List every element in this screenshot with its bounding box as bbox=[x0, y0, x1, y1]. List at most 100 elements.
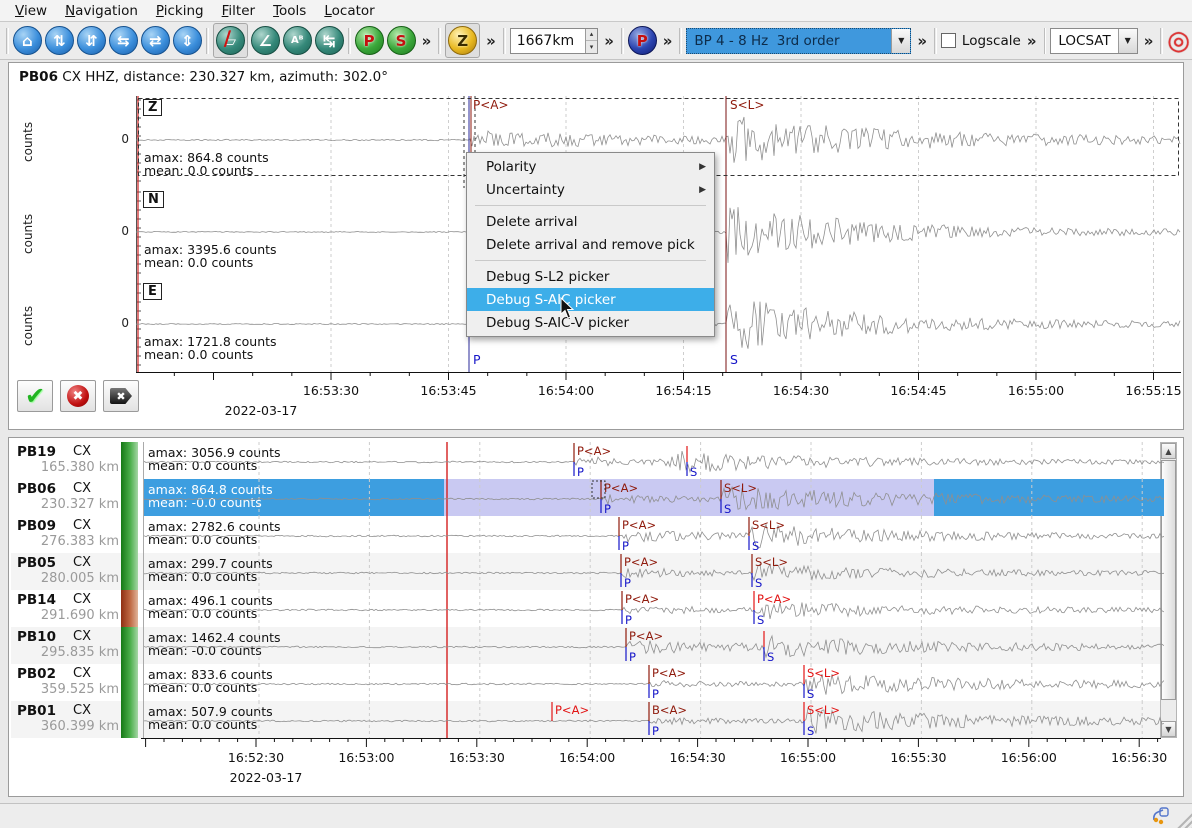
component-z-button[interactable]: Z bbox=[445, 23, 480, 58]
distance-spinbox[interactable]: 1667km ▴ ▾ bbox=[510, 28, 599, 54]
time-tick-label: 16:55:00 bbox=[768, 750, 848, 765]
svg-text:S: S bbox=[724, 502, 731, 516]
time-window-button[interactable]: ↹ bbox=[315, 26, 344, 55]
relocate-target-button[interactable]: ◎ bbox=[1167, 28, 1190, 54]
station-trace-area[interactable]: amax: 496.1 counts mean: 0.0 counts P<A>… bbox=[143, 590, 1164, 627]
context-menu-item[interactable]: Delete arrival and remove pick bbox=[467, 233, 714, 256]
collapse-horizontal-button[interactable]: ⇄ bbox=[141, 26, 170, 55]
locator-combobox[interactable]: LOCSAT ▼ bbox=[1050, 28, 1137, 54]
toolbar-handle[interactable] bbox=[503, 28, 506, 54]
locator-dropdown-arrow-icon[interactable]: ▼ bbox=[1118, 29, 1137, 53]
overflow-chevron[interactable]: » bbox=[914, 32, 930, 50]
ruler-button[interactable]: ▱ ∕ bbox=[213, 23, 248, 58]
p-pick-label: P<A> bbox=[473, 98, 509, 112]
home-button[interactable]: ⌂ bbox=[13, 26, 42, 55]
pick-s-button[interactable]: S bbox=[387, 26, 416, 55]
confirm-pick-button[interactable]: ✔ bbox=[17, 380, 53, 412]
toolbar-handle[interactable] bbox=[621, 28, 624, 54]
filter-combobox[interactable]: BP 4 - 8 Hz 3rd order ▼ bbox=[686, 28, 911, 54]
overflow-chevron[interactable]: » bbox=[419, 32, 435, 50]
theoretical-pick-button[interactable]: P bbox=[628, 26, 657, 55]
toolbar-handle[interactable] bbox=[6, 28, 9, 54]
overflow-chevron[interactable]: » bbox=[601, 32, 617, 50]
toolbar-handle[interactable] bbox=[1160, 28, 1163, 54]
station-trace-area[interactable]: amax: 833.6 counts mean: 0.0 counts P<A>… bbox=[143, 664, 1164, 701]
spin-down-button[interactable]: ▾ bbox=[586, 41, 598, 53]
station-label-cell[interactable]: PB09 CX 276.383 km bbox=[11, 516, 121, 553]
context-menu-item[interactable]: Debug S-AIC picker bbox=[467, 288, 714, 311]
station-label-cell[interactable]: PB10 CX 295.835 km bbox=[11, 627, 121, 664]
station-trace-area[interactable]: amax: 1462.4 counts mean: -0.0 counts P<… bbox=[143, 627, 1164, 664]
expand-vertical-button[interactable]: ⇅ bbox=[45, 26, 74, 55]
station-trace-area[interactable]: amax: 864.8 counts mean: -0.0 counts P<A… bbox=[143, 479, 1164, 516]
toolbar-handle[interactable] bbox=[934, 28, 937, 54]
time-tick-label: 16:54:15 bbox=[644, 383, 724, 398]
menu-picking[interactable]: Picking bbox=[147, 1, 213, 21]
resize-grip[interactable] bbox=[1174, 810, 1192, 828]
skip-next-button[interactable]: ✖ bbox=[103, 380, 139, 412]
pick-p-button[interactable]: P bbox=[355, 26, 384, 55]
reject-pick-button[interactable]: ✖ bbox=[60, 380, 96, 412]
overflow-chevron[interactable]: » bbox=[1024, 32, 1040, 50]
toolbar-handle[interactable] bbox=[438, 28, 441, 54]
station-label-cell[interactable]: PB01 CX 360.399 km bbox=[11, 701, 121, 738]
expand-horizontal-button[interactable]: ⇆ bbox=[109, 26, 138, 55]
context-menu-item[interactable]: Delete arrival bbox=[467, 210, 714, 233]
y-axis-label: counts bbox=[21, 96, 35, 188]
station-label-cell[interactable]: PB05 CX 280.005 km bbox=[11, 553, 121, 590]
time-tick-label: 16:53:00 bbox=[326, 750, 406, 765]
station-row[interactable]: PB06 CX 230.327 km amax: 864.8 counts me… bbox=[11, 479, 1161, 516]
collapse-vertical-button[interactable]: ⇵ bbox=[77, 26, 106, 55]
relocate-group: P » bbox=[628, 24, 676, 58]
menu-tools[interactable]: Tools bbox=[264, 1, 315, 21]
date-label: 2022-03-17 bbox=[226, 770, 306, 785]
spin-up-button[interactable]: ▴ bbox=[586, 29, 598, 42]
svg-text:P: P bbox=[652, 687, 659, 701]
amplitude-scale-button[interactable]: ⇕ bbox=[173, 26, 202, 55]
station-row[interactable]: PB09 CX 276.383 km amax: 2782.6 counts m… bbox=[11, 516, 1161, 553]
context-menu-item[interactable]: Debug S-L2 picker bbox=[467, 265, 714, 288]
station-row[interactable]: PB14 CX 291.690 km amax: 496.1 counts me… bbox=[11, 590, 1161, 627]
station-trace-area[interactable]: amax: 3056.9 counts mean: 0.0 counts P<A… bbox=[143, 442, 1164, 479]
station-row[interactable]: PB05 CX 280.005 km amax: 299.7 counts me… bbox=[11, 553, 1161, 590]
station-trace-area[interactable]: amax: 507.9 counts mean: 0.0 counts P<A>… bbox=[143, 701, 1164, 738]
station-label-cell[interactable]: PB02 CX 359.525 km bbox=[11, 664, 121, 701]
menu-locator[interactable]: Locator bbox=[315, 1, 383, 21]
station-trace-area[interactable]: amax: 2782.6 counts mean: 0.0 counts P<A… bbox=[143, 516, 1164, 553]
s-phase-marker[interactable]: S bbox=[730, 352, 738, 367]
station-rows: PB19 CX 165.380 km amax: 3056.9 counts m… bbox=[11, 442, 1179, 738]
p-phase-marker[interactable]: P bbox=[473, 352, 481, 367]
station-label-cell[interactable]: PB14 CX 291.690 km bbox=[11, 590, 121, 627]
station-row[interactable]: PB02 CX 359.525 km amax: 833.6 counts me… bbox=[11, 664, 1161, 701]
toolbar-handle[interactable] bbox=[1044, 28, 1047, 54]
logscale-checkbox[interactable] bbox=[941, 33, 956, 48]
context-menu-item[interactable]: Polarity▶ bbox=[467, 155, 714, 178]
protractor-button[interactable]: ∠ bbox=[251, 26, 280, 55]
context-menu-item[interactable]: Uncertainty▶ bbox=[467, 178, 714, 201]
station-row[interactable]: PB01 CX 360.399 km amax: 507.9 counts me… bbox=[11, 701, 1161, 738]
overflow-chevron[interactable]: » bbox=[483, 32, 499, 50]
overflow-chevron[interactable]: » bbox=[660, 32, 676, 50]
logscale-checkbox-wrap[interactable]: Logscale bbox=[941, 33, 1021, 49]
channel-mean-label: mean: 0.0 counts bbox=[144, 163, 253, 178]
station-row[interactable]: PB10 CX 295.835 km amax: 1462.4 counts m… bbox=[11, 627, 1161, 664]
filter-dropdown-arrow-icon[interactable]: ▼ bbox=[891, 29, 910, 53]
context-menu-item[interactable]: Debug S-AIC-V picker bbox=[467, 311, 714, 334]
navigation-group: ⌂ ⇅ ⇵ ⇆ ⇄ ⇕ bbox=[13, 24, 202, 58]
toolbar-handle[interactable] bbox=[206, 28, 209, 54]
rename-phase-button[interactable]: Aᴮ bbox=[283, 26, 312, 55]
menu-view[interactable]: View bbox=[6, 1, 56, 21]
svg-text:P<A>: P<A> bbox=[625, 592, 659, 606]
station-row[interactable]: PB19 CX 165.380 km amax: 3056.9 counts m… bbox=[11, 442, 1161, 479]
status-tool-icon[interactable] bbox=[1150, 806, 1170, 826]
toolbar-handle[interactable] bbox=[679, 28, 682, 54]
toolbar-handle[interactable] bbox=[348, 28, 351, 54]
overflow-chevron[interactable]: » bbox=[1141, 32, 1157, 50]
station-label-cell[interactable]: PB06 CX 230.327 km bbox=[11, 479, 121, 516]
menu-navigation[interactable]: Navigation bbox=[56, 1, 147, 21]
station-trace-area[interactable]: amax: 299.7 counts mean: 0.0 counts P<A>… bbox=[143, 553, 1164, 590]
station-label-cell[interactable]: PB19 CX 165.380 km bbox=[11, 442, 121, 479]
menu-filter[interactable]: Filter bbox=[213, 1, 264, 21]
svg-text:P: P bbox=[577, 465, 584, 479]
time-tick-label: 16:56:30 bbox=[1099, 750, 1179, 765]
